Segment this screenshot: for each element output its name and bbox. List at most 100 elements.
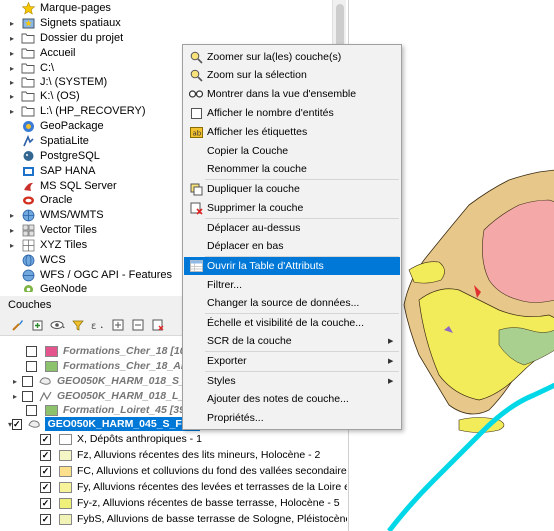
menu-move-top[interactable]: Déplacer au-dessus (184, 219, 400, 237)
menu-properties[interactable]: Propriétés... (184, 409, 400, 427)
browser-item-dossier-projet[interactable]: ▸ Dossier du projet (0, 30, 123, 46)
expand-arrow[interactable]: ▸ (6, 241, 18, 250)
class-checkbox[interactable]: ✓ (40, 513, 51, 525)
menu-zoom-selection[interactable]: Zoom sur la sélection (184, 66, 400, 84)
expand-arrow[interactable]: ▸ (6, 49, 18, 58)
layer-row[interactable]: ▸ GEO050K_HARM_018_S_FGE (8, 374, 206, 388)
expand-arrow[interactable]: ▸ (8, 377, 22, 386)
menu-add-notes[interactable]: Ajouter des notes de couche... (184, 390, 400, 408)
browser-item-xyz-tiles[interactable]: ▸ XYZ Tiles (0, 237, 87, 253)
filter-expression-icon[interactable]: ε (90, 317, 106, 333)
submenu-arrow-icon: ▶ (388, 358, 394, 365)
menu-label: Supprimer la couche (207, 202, 304, 214)
layer-checkbox[interactable] (26, 360, 37, 372)
geonode-icon (21, 282, 35, 292)
browser-item-geonode[interactable]: GeoNode (0, 281, 87, 292)
remove-layer-icon[interactable] (150, 317, 166, 333)
menu-show-labels[interactable]: ab Afficher les étiquettes (184, 123, 400, 141)
menu-move-bottom[interactable]: Déplacer en bas (184, 237, 400, 255)
browser-item-wms[interactable]: ▸ WMS/WMTS (0, 207, 104, 223)
class-checkbox[interactable]: ✓ (40, 481, 51, 493)
layer-row-selected[interactable]: ▾ ✓ GEO050K_HARM_045_S_FGE (0, 417, 200, 431)
layer-checkbox[interactable]: ✓ (12, 418, 22, 430)
style-brush-icon[interactable] (10, 317, 26, 333)
legend-class-row[interactable]: ✓ FC, Alluvions et colluvions du fond de… (40, 464, 347, 478)
layer-name: Formations_Cher_18_Allier (63, 360, 200, 372)
overview-icon (189, 87, 203, 101)
browser-item-k-drive[interactable]: ▸ K:\ (OS) (0, 88, 80, 104)
menu-remove-layer[interactable]: Supprimer la couche (184, 199, 400, 217)
browser-item-spatialite[interactable]: SpatiaLite (0, 133, 89, 149)
menu-scale-visibility[interactable]: Échelle et visibilité de la couche... (184, 314, 400, 332)
class-swatch (59, 433, 72, 445)
menu-change-source[interactable]: Changer la source de données... (184, 294, 400, 312)
filter-icon[interactable] (70, 317, 86, 333)
browser-item-label: J:\ (SYSTEM) (40, 76, 108, 88)
menu-copy-layer[interactable]: Copier la Couche (184, 142, 400, 160)
browser-item-signets[interactable]: ▸ Signets spatiaux (0, 15, 121, 31)
legend-class-row[interactable]: ✓ Fz, Alluvions récentes des lits mineur… (40, 448, 320, 462)
layer-row[interactable]: ▸ GEO050K_HARM_018_L_FGE (8, 389, 206, 403)
menu-show-overview[interactable]: Montrer dans la vue d'ensemble (184, 85, 400, 103)
expand-arrow[interactable]: ▸ (6, 226, 18, 235)
menu-rename-layer[interactable]: Renommer la couche (184, 160, 400, 178)
spatialite-icon (21, 134, 35, 148)
menu-export[interactable]: Exporter ▶ (184, 352, 400, 370)
menu-zoom-layers[interactable]: Zoomer sur la(les) couche(s) (184, 48, 400, 66)
menu-label: Montrer dans la vue d'ensemble (207, 88, 357, 100)
collapse-all-icon[interactable] (130, 317, 146, 333)
layer-checkbox[interactable] (26, 345, 37, 357)
line-layer-icon (39, 391, 52, 402)
menu-filter[interactable]: Filtrer... (184, 276, 400, 294)
menu-show-feature-count[interactable]: Afficher le nombre d'entités (184, 104, 400, 122)
visibility-eye-icon[interactable] (50, 317, 66, 333)
layer-row[interactable]: Formations_Cher_18_Allier (26, 359, 200, 373)
expand-arrow[interactable]: ▸ (6, 34, 18, 43)
class-label: FybS, Alluvions de basse terrasse de Sol… (77, 513, 347, 525)
menu-duplicate-layer[interactable]: Dupliquer la couche (184, 180, 400, 198)
expand-arrow[interactable]: ▸ (6, 211, 18, 220)
menu-styles[interactable]: Styles ▶ (184, 372, 400, 390)
checkbox-icon (189, 106, 203, 120)
expand-arrow[interactable]: ▸ (6, 64, 18, 73)
class-label: Fy-z, Alluvions récentes de basse terras… (77, 497, 340, 509)
remove-layer-icon (189, 201, 203, 215)
browser-item-vector-tiles[interactable]: ▸ Vector Tiles (0, 222, 97, 238)
legend-class-row[interactable]: ✓ X, Dépôts anthropiques - 1 (40, 432, 202, 446)
submenu-arrow-icon: ▶ (388, 338, 394, 345)
legend-class-row[interactable]: ✓ Fy-z, Alluvions récentes de basse terr… (40, 496, 340, 510)
submenu-arrow-icon: ▶ (388, 378, 394, 385)
class-checkbox[interactable]: ✓ (40, 465, 51, 477)
postgresql-icon (21, 149, 35, 163)
layer-checkbox[interactable] (26, 404, 37, 416)
browser-item-oracle[interactable]: Oracle (0, 192, 72, 208)
browser-item-accueil[interactable]: ▸ Accueil (0, 45, 75, 61)
expand-arrow[interactable]: ▸ (6, 78, 18, 87)
browser-item-postgresql[interactable]: PostgreSQL (0, 148, 100, 164)
expand-arrow[interactable]: ▸ (6, 92, 18, 101)
legend-class-row[interactable]: ✓ FybS, Alluvions de basse terrasse de S… (40, 512, 347, 526)
browser-item-sap-hana[interactable]: SAP HANA (0, 163, 95, 179)
menu-layer-crs[interactable]: SCR de la couche ▶ (184, 332, 400, 350)
browser-item-wcs[interactable]: WCS (0, 252, 66, 268)
layer-row[interactable]: Formation_Loiret_45 [391] (26, 403, 194, 417)
class-checkbox[interactable]: ✓ (40, 497, 51, 509)
legend-class-row[interactable]: ✓ Fy, Alluvions récentes des levées et t… (40, 480, 347, 494)
browser-item-geopackage[interactable]: GeoPackage (0, 118, 104, 134)
browser-item-marque-pages[interactable]: Marque-pages (0, 0, 111, 16)
expand-arrow[interactable]: ▸ (6, 107, 18, 116)
expand-arrow[interactable]: ▸ (6, 19, 18, 28)
menu-label: Déplacer en bas (207, 240, 284, 252)
menu-open-attribute-table[interactable]: Ouvrir la Table d'Attributs (184, 257, 400, 275)
class-checkbox[interactable]: ✓ (40, 433, 51, 445)
class-checkbox[interactable]: ✓ (40, 449, 51, 461)
layer-checkbox[interactable] (22, 375, 33, 387)
layer-checkbox[interactable] (22, 390, 33, 402)
add-group-icon[interactable] (30, 317, 46, 333)
menu-label: Propriétés... (207, 412, 264, 424)
expand-all-icon[interactable] (110, 317, 126, 333)
layer-row[interactable]: Formations_Cher_18 [1046] (26, 344, 201, 358)
expand-arrow[interactable]: ▸ (8, 392, 22, 401)
browser-item-l-drive[interactable]: ▸ L:\ (HP_RECOVERY) (0, 103, 146, 119)
vector-tiles-icon (21, 223, 35, 237)
